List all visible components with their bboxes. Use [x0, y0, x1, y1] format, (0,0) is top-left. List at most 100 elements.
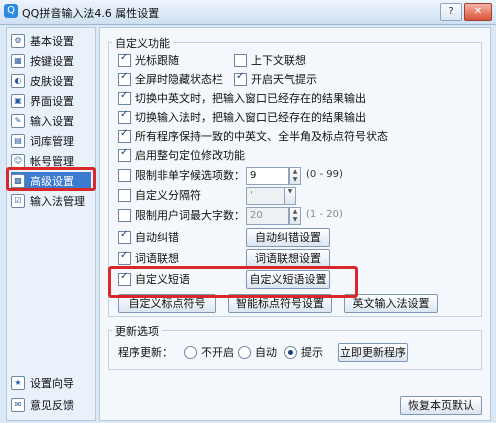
sidebar-item-label: 界面设置 — [30, 95, 74, 108]
limit-user-words-range: (1 - 20) — [306, 209, 343, 220]
autocorrect-checkbox[interactable] — [118, 229, 131, 244]
consistent-state-option[interactable]: 所有程序保持一致的中英文、全半角及标点符号状态 — [118, 128, 388, 144]
sidebar-item-label: 按键设置 — [30, 55, 74, 68]
settings-panel: 自定义功能 光标跟随 上下文联想 全屏时隐藏状态栏 开启天气提示 切换中英文时，… — [99, 27, 491, 421]
weather-prompt-label: 开启天气提示 — [251, 73, 317, 86]
context-association-checkbox[interactable] — [234, 53, 247, 67]
sidebar-item-label: 输入法管理 — [30, 195, 85, 208]
sidebar-item-label: 输入设置 — [30, 115, 74, 128]
switch-cn-en-label: 切换中英文时，把输入窗口已经存在的结果输出 — [135, 92, 366, 105]
autocorrect-option[interactable]: 自动纠错 — [118, 229, 179, 245]
ime-icon: ☑ — [11, 194, 25, 208]
limit-candidates-option[interactable]: 限制非单字候选项数： — [118, 167, 245, 183]
sidebar-footer-label: 设置向导 — [30, 377, 74, 390]
setup-wizard-link[interactable]: ★ 设置向导 — [11, 374, 91, 392]
program-update-label: 程序更新： — [118, 346, 173, 359]
english-ime-settings-button[interactable]: 英文输入法设置 — [344, 294, 438, 313]
limit-candidates-spinner[interactable]: ▲ ▼ — [289, 167, 301, 185]
limit-user-words-spinner[interactable]: ▲ ▼ — [289, 207, 301, 225]
context-association-label: 上下文联想 — [251, 54, 306, 67]
wizard-icon: ★ — [11, 376, 25, 390]
switch-ime-label: 切换输入法时，把输入窗口已经存在的结果输出 — [135, 111, 366, 124]
custom-function-title: 自定义功能 — [112, 35, 173, 51]
consistent-state-label: 所有程序保持一致的中英文、全半角及标点符号状态 — [135, 130, 388, 143]
window-icon: ▣ — [11, 94, 25, 108]
sidebar-footer-label: 意见反馈 — [30, 399, 74, 412]
book-icon: ▤ — [11, 134, 25, 148]
limit-user-words-checkbox[interactable] — [118, 208, 131, 222]
limit-user-words-option[interactable]: 限制用户词最大字数： — [118, 207, 245, 223]
update-now-button[interactable]: 立即更新程序 — [338, 343, 408, 362]
limit-candidates-input[interactable]: 9 — [246, 167, 289, 185]
chevron-down-icon[interactable]: ▼ — [284, 187, 296, 205]
sidebar: ⚙ 基本设置 ▦ 按键设置 ◐ 皮肤设置 ▣ 界面设置 ✎ 输入设置 ▤ 词库管… — [6, 27, 96, 421]
limit-user-words-input[interactable]: 20 — [246, 207, 289, 225]
fullscreen-hide-option[interactable]: 全屏时隐藏状态栏 — [118, 71, 223, 87]
fullscreen-hide-checkbox[interactable] — [118, 71, 131, 86]
custom-separator-label: 自定义分隔符 — [135, 189, 201, 202]
whole-sentence-option[interactable]: 启用整句定位修改功能 — [118, 147, 245, 163]
feedback-icon: ✉ — [11, 398, 25, 412]
update-auto-option[interactable]: 自动 — [238, 344, 277, 360]
update-prompt-radio[interactable] — [284, 345, 297, 359]
input-icon: ✎ — [11, 114, 25, 128]
switch-ime-option[interactable]: 切换输入法时，把输入窗口已经存在的结果输出 — [118, 109, 366, 125]
update-off-label: 不开启 — [201, 346, 234, 359]
cursor-follow-option[interactable]: 光标跟随 — [118, 52, 179, 68]
sidebar-item-keys[interactable]: ▦ 按键设置 — [11, 52, 91, 70]
whole-sentence-checkbox[interactable] — [118, 147, 131, 162]
sidebar-item-interface[interactable]: ▣ 界面设置 — [11, 92, 91, 110]
context-association-option[interactable]: 上下文联想 — [234, 52, 306, 68]
limit-candidates-checkbox[interactable] — [118, 168, 131, 182]
word-association-checkbox[interactable] — [118, 250, 131, 265]
update-off-radio[interactable] — [184, 345, 197, 359]
autocorrect-settings-button[interactable]: 自动纠错设置 — [246, 228, 330, 247]
title-bar: Q QQ拼音输入法4.6 属性设置 ? ✕ — [0, 0, 496, 25]
sidebar-item-basic[interactable]: ⚙ 基本设置 — [11, 32, 91, 50]
limit-user-words-label: 限制用户词最大字数： — [135, 209, 245, 222]
consistent-state-checkbox[interactable] — [118, 128, 131, 143]
window-title: QQ拼音输入法4.6 属性设置 — [22, 7, 160, 20]
gear-icon: ⚙ — [11, 34, 25, 48]
switch-cn-en-option[interactable]: 切换中英文时，把输入窗口已经存在的结果输出 — [118, 90, 366, 106]
custom-separator-checkbox[interactable] — [118, 188, 131, 202]
weather-prompt-option[interactable]: 开启天气提示 — [234, 71, 317, 87]
sidebar-item-label: 皮肤设置 — [30, 75, 74, 88]
limit-candidates-range: (0 - 99) — [306, 169, 343, 180]
switch-cn-en-checkbox[interactable] — [118, 90, 131, 105]
update-auto-label: 自动 — [255, 346, 277, 359]
cursor-follow-checkbox[interactable] — [118, 52, 131, 67]
restore-defaults-button[interactable]: 恢复本页默认 — [400, 396, 482, 415]
autocorrect-label: 自动纠错 — [135, 231, 179, 244]
sidebar-item-label: 基本设置 — [30, 35, 74, 48]
close-button[interactable]: ✕ — [464, 3, 492, 21]
user-icon: ☺ — [11, 154, 25, 168]
update-off-option[interactable]: 不开启 — [184, 344, 234, 360]
keyboard-icon: ▦ — [11, 54, 25, 68]
limit-candidates-label: 限制非单字候选项数： — [135, 169, 245, 182]
sidebar-item-input[interactable]: ✎ 输入设置 — [11, 112, 91, 130]
fullscreen-hide-label: 全屏时隐藏状态栏 — [135, 73, 223, 86]
update-prompt-option[interactable]: 提示 — [284, 344, 323, 360]
sidebar-item-label: 词库管理 — [30, 135, 74, 148]
feedback-link[interactable]: ✉ 意见反馈 — [11, 396, 91, 414]
switch-ime-checkbox[interactable] — [118, 109, 131, 124]
sidebar-item-ime-management[interactable]: ☑ 输入法管理 — [11, 192, 91, 210]
word-association-label: 词语联想 — [135, 252, 179, 265]
settings-window: Q QQ拼音输入法4.6 属性设置 ? ✕ ⚙ 基本设置 ▦ 按键设置 ◐ 皮肤… — [0, 0, 496, 423]
whole-sentence-label: 启用整句定位修改功能 — [135, 149, 245, 162]
sidebar-item-dictionary[interactable]: ▤ 词库管理 — [11, 132, 91, 150]
weather-prompt-checkbox[interactable] — [234, 71, 247, 86]
help-button[interactable]: ? — [440, 3, 462, 21]
skin-icon: ◐ — [11, 74, 25, 88]
cursor-follow-label: 光标跟随 — [135, 54, 179, 67]
update-options-title: 更新选项 — [112, 323, 162, 339]
highlight-box-custom-phrase — [108, 266, 358, 298]
custom-separator-option[interactable]: 自定义分隔符 — [118, 187, 201, 203]
update-prompt-label: 提示 — [301, 346, 323, 359]
word-association-option[interactable]: 词语联想 — [118, 250, 179, 266]
highlight-box-advanced — [6, 167, 96, 191]
update-auto-radio[interactable] — [238, 345, 251, 359]
qq-pinyin-logo-icon: Q — [4, 4, 18, 18]
sidebar-item-skin[interactable]: ◐ 皮肤设置 — [11, 72, 91, 90]
